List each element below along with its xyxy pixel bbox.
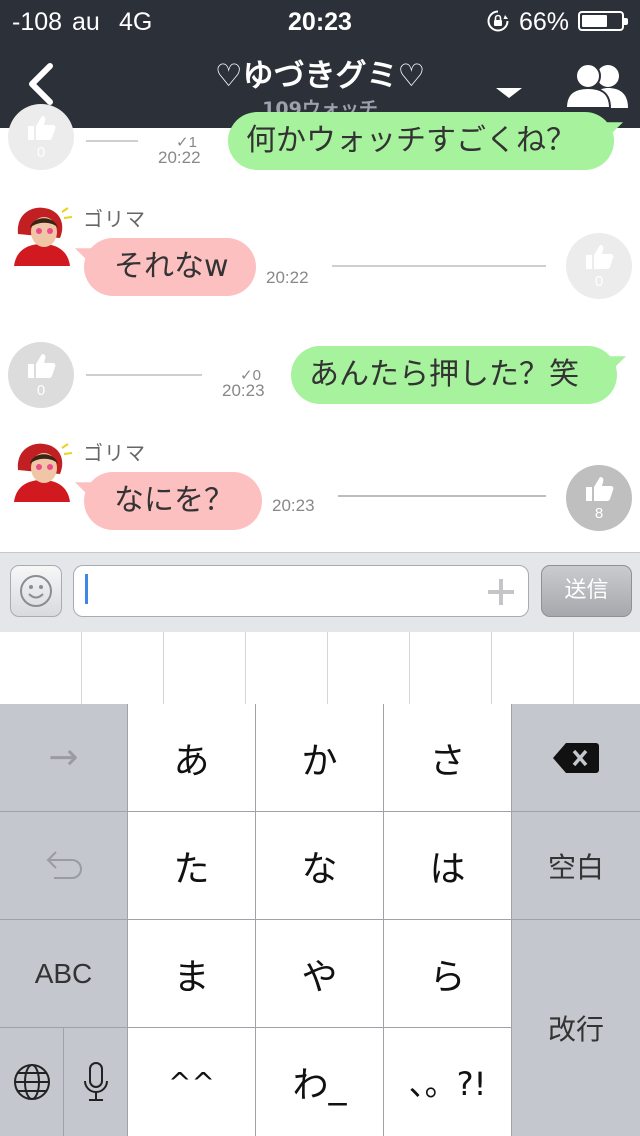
microphone-icon bbox=[83, 1062, 108, 1101]
like-count: 0 bbox=[36, 382, 46, 399]
return-key[interactable]: 改行 bbox=[512, 920, 640, 1136]
message-bubble-received[interactable]: それなw bbox=[84, 238, 256, 296]
divider-line bbox=[332, 265, 546, 267]
message-bubble-sent[interactable]: 何かウォッチすごくね？ bbox=[228, 112, 614, 170]
key-na[interactable]: な bbox=[256, 812, 383, 919]
message-bubble-sent[interactable]: あんたら押した？笑 bbox=[291, 346, 617, 404]
key-arrow-right[interactable]: → bbox=[0, 704, 127, 811]
rotation-lock-icon bbox=[487, 10, 509, 32]
chevron-down-icon[interactable] bbox=[492, 84, 526, 102]
message-time: 20:23 bbox=[222, 381, 265, 400]
avatar[interactable] bbox=[8, 204, 74, 266]
candidate-bar bbox=[0, 632, 640, 705]
like-count: 0 bbox=[36, 144, 46, 161]
sender-name: ゴリマ bbox=[83, 207, 146, 231]
message-bubble-received[interactable]: なにを？ bbox=[84, 472, 262, 530]
globe-icon bbox=[13, 1064, 50, 1100]
key-a[interactable]: あ bbox=[128, 704, 255, 811]
abc-key[interactable]: ABC bbox=[0, 920, 127, 1027]
divider-line bbox=[338, 495, 546, 497]
message-time: 20:22 bbox=[266, 268, 309, 287]
thumbs-up-icon bbox=[28, 354, 56, 378]
key-punctuation[interactable]: 、。?! bbox=[384, 1028, 511, 1136]
backspace-icon bbox=[553, 742, 599, 773]
battery-fill bbox=[582, 15, 607, 27]
key-wa[interactable]: わ_ bbox=[256, 1028, 383, 1136]
plus-icon[interactable] bbox=[486, 577, 516, 607]
microphone-key[interactable] bbox=[64, 1028, 127, 1136]
space-key[interactable]: 空白 bbox=[512, 812, 640, 919]
chat-title: ♡ゆづきグミ♡ bbox=[214, 58, 426, 94]
text-caret bbox=[85, 574, 88, 604]
key-kaomoji[interactable]: ^^ bbox=[128, 1028, 255, 1136]
key-ka[interactable]: か bbox=[256, 704, 383, 811]
emoji-button[interactable] bbox=[10, 565, 62, 617]
divider-line bbox=[86, 140, 138, 142]
battery-icon bbox=[578, 11, 628, 31]
key-ya[interactable]: や bbox=[256, 920, 383, 1027]
divider-line bbox=[86, 374, 202, 376]
like-count: 0 bbox=[594, 273, 604, 290]
key-ma[interactable]: ま bbox=[128, 920, 255, 1027]
thumbs-up-icon bbox=[28, 116, 56, 140]
sender-name: ゴリマ bbox=[83, 441, 146, 465]
like-button[interactable]: 0 bbox=[566, 233, 632, 299]
like-button[interactable]: 0 bbox=[8, 342, 74, 408]
send-button[interactable]: 送信 bbox=[541, 565, 632, 617]
undo-icon bbox=[46, 850, 82, 879]
message-time: 20:23 bbox=[272, 496, 315, 515]
key-ha[interactable]: は bbox=[384, 812, 511, 919]
smiley-icon bbox=[20, 575, 52, 607]
thumbs-up-icon bbox=[586, 477, 614, 501]
key-ra[interactable]: ら bbox=[384, 920, 511, 1027]
undo-key[interactable] bbox=[0, 812, 127, 919]
message-input[interactable] bbox=[73, 565, 529, 617]
delete-key[interactable] bbox=[512, 704, 640, 811]
thumbs-up-icon bbox=[586, 245, 614, 269]
key-sa[interactable]: さ bbox=[384, 704, 511, 811]
globe-key[interactable] bbox=[0, 1028, 63, 1136]
like-button[interactable]: 8 bbox=[566, 465, 632, 531]
message-time: 20:22 bbox=[158, 148, 201, 167]
avatar[interactable] bbox=[8, 440, 74, 502]
like-count: 8 bbox=[594, 505, 604, 522]
key-ta[interactable]: た bbox=[128, 812, 255, 919]
battery-percent: 66% bbox=[519, 8, 570, 36]
like-button[interactable]: 0 bbox=[8, 104, 74, 170]
members-icon[interactable] bbox=[562, 60, 632, 110]
